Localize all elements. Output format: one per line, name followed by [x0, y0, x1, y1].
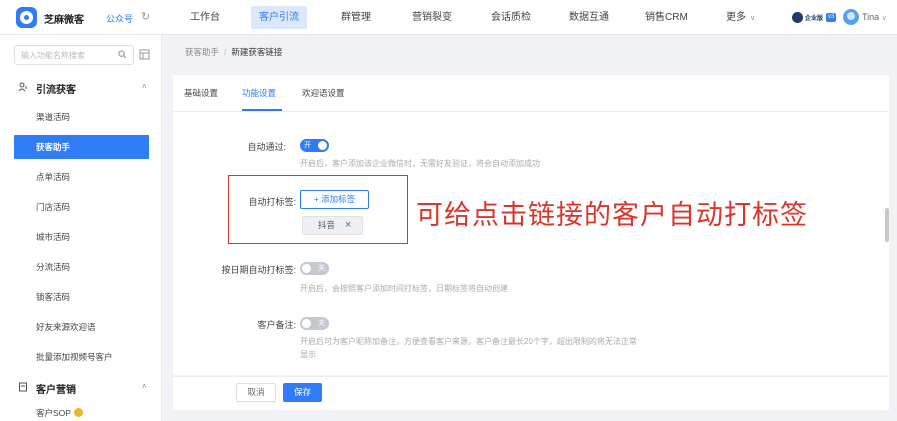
nav-marketing-fission[interactable]: 营销裂变 [404, 6, 460, 29]
sidebar-item-order-code[interactable]: 点单活码 [14, 165, 149, 189]
form-footer [173, 376, 889, 410]
sidebar: 引流获客 ˄ 渠道活码 获客助手 点单活码 门店活码 城市活码 分流活码 锁客活… [0, 35, 162, 421]
account-switch-link[interactable]: 公众号 [106, 12, 133, 25]
date-tag-hint: 开启后，会按照客户添加时间打标签，日期标签将自动创建 [300, 284, 508, 293]
nav-data-sync[interactable]: 数据互通 [561, 6, 617, 29]
remark-label: 客户备注: [257, 320, 296, 330]
sidebar-group-marketing[interactable]: 客户营销 ˄ [0, 377, 162, 399]
add-tag-button[interactable]: + 添加标签 [300, 190, 369, 209]
document-icon [19, 382, 27, 392]
brand-name: 芝麻微客 [44, 15, 84, 26]
sidebar-group-label: 引流获客 [36, 85, 76, 96]
date-tag-label: 按日期自动打标签: [221, 265, 296, 275]
tag-chip: 抖音 × [302, 216, 363, 235]
date-tag-toggle[interactable]: 关 [300, 262, 329, 275]
search-input[interactable] [21, 49, 103, 62]
auto-tag-label: 自动打标签: [248, 197, 296, 207]
sidebar-item-batch-video-customers[interactable]: 批量添加视频号客户 [14, 345, 149, 369]
sidebar-item-store-code[interactable]: 门店活码 [14, 195, 149, 219]
remark-toggle[interactable]: 关 [300, 317, 329, 330]
annotation-text: 可给点击链接的客户自动打标签 [416, 200, 808, 231]
breadcrumb-separator: / [224, 47, 227, 57]
chevron-up-icon: ˄ [142, 82, 147, 91]
user-name: Tina [862, 12, 880, 22]
search-icon[interactable] [118, 50, 127, 59]
scrollbar-thumb[interactable] [885, 208, 889, 242]
sidebar-item-label: 客户SOP [36, 408, 71, 418]
auto-pass-toggle[interactable]: 开 [300, 139, 329, 152]
nav-workbench[interactable]: 工作台 [182, 6, 228, 29]
sidebar-item-acquisition-assistant[interactable]: 获客助手 [14, 135, 149, 159]
tab-basic-settings[interactable]: 基础设置 [184, 87, 218, 99]
sidebar-item-city-code[interactable]: 城市活码 [14, 225, 149, 249]
chevron-down-icon: ∨ [881, 15, 887, 22]
coin-icon [73, 408, 83, 418]
nav-more[interactable]: 更多 ∨ [718, 6, 763, 29]
nav-sales-crm[interactable]: 销售CRM [637, 6, 696, 29]
remark-hint-line1: 开启后可为客户昵称加备注，方便查看客户来源，客户备注最长20个字，超出限制的将无… [300, 337, 637, 346]
sidebar-group-label: 客户营销 [36, 385, 76, 396]
chevron-down-icon: ∨ [748, 15, 756, 22]
toggle-text: 关 [318, 320, 325, 327]
breadcrumb-current: 新建获客链接 [231, 47, 283, 57]
sidebar-item-split-code[interactable]: 分流活码 [14, 255, 149, 279]
sidebar-search [14, 45, 134, 65]
nav-customer-acquisition[interactable]: 客户引流 [251, 6, 307, 29]
toggle-knob [318, 141, 327, 150]
enterprise-logo-icon [792, 12, 803, 23]
tag-chip-label: 抖音 [318, 220, 336, 230]
tab-feature-settings[interactable]: 功能设置 [242, 87, 276, 99]
remark-hint-line2: 显示 [300, 350, 316, 359]
toggle-knob [302, 319, 311, 328]
auto-pass-label: 自动通过: [247, 142, 286, 152]
sidebar-item-source-welcome[interactable]: 好友来源欢迎语 [14, 315, 149, 339]
avatar[interactable] [843, 9, 859, 25]
edition-badge: 企业版 v3 [792, 11, 837, 24]
nav-more-label: 更多 [726, 12, 746, 23]
sidebar-group-acquisition[interactable]: 引流获客 ˄ [0, 77, 162, 99]
save-button[interactable]: 保存 [283, 383, 322, 402]
plus-icon: + [313, 194, 319, 204]
breadcrumb-parent[interactable]: 获客助手 [185, 47, 219, 57]
add-tag-label: 添加标签 [321, 194, 356, 204]
breadcrumb: 获客助手 / 新建获客链接 [185, 46, 282, 58]
edition-label: 企业版 [805, 16, 824, 22]
close-icon[interactable]: × [345, 217, 351, 234]
settings-tabs: 基础设置 功能设置 欢迎语设置 [173, 75, 889, 112]
brand-logo-icon [16, 7, 37, 28]
chevron-up-icon: ˄ [142, 382, 147, 391]
nav-group-management[interactable]: 群管理 [333, 6, 379, 29]
sidebar-item-channel-code[interactable]: 渠道活码 [14, 105, 149, 129]
version-badge: v3 [826, 13, 837, 22]
nav-chat-quality[interactable]: 会话质检 [483, 6, 539, 29]
active-tab-indicator [242, 109, 282, 111]
toggle-text: 开 [304, 142, 311, 149]
user-add-icon [18, 82, 27, 92]
cancel-button[interactable]: 取消 [236, 383, 276, 402]
toggle-knob [302, 264, 311, 273]
sidebar-item-customer-sop[interactable]: 客户SOP [14, 405, 149, 421]
layout-icon[interactable] [139, 49, 150, 60]
auto-pass-hint: 开启后，客户添加该企业微信时，无需好友验证，将会自动添加成功 [300, 159, 540, 168]
sidebar-item-lock-code[interactable]: 锁客活码 [14, 285, 149, 309]
toggle-text: 关 [318, 265, 325, 272]
user-menu[interactable]: Tina ∨ [862, 12, 887, 22]
refresh-icon[interactable]: ↻ [141, 10, 150, 23]
tab-welcome-settings[interactable]: 欢迎语设置 [302, 87, 345, 99]
top-bar: 芝麻微客 公众号 ↻ 工作台 客户引流 群管理 营销裂变 会话质检 数据互通 销… [0, 0, 897, 35]
